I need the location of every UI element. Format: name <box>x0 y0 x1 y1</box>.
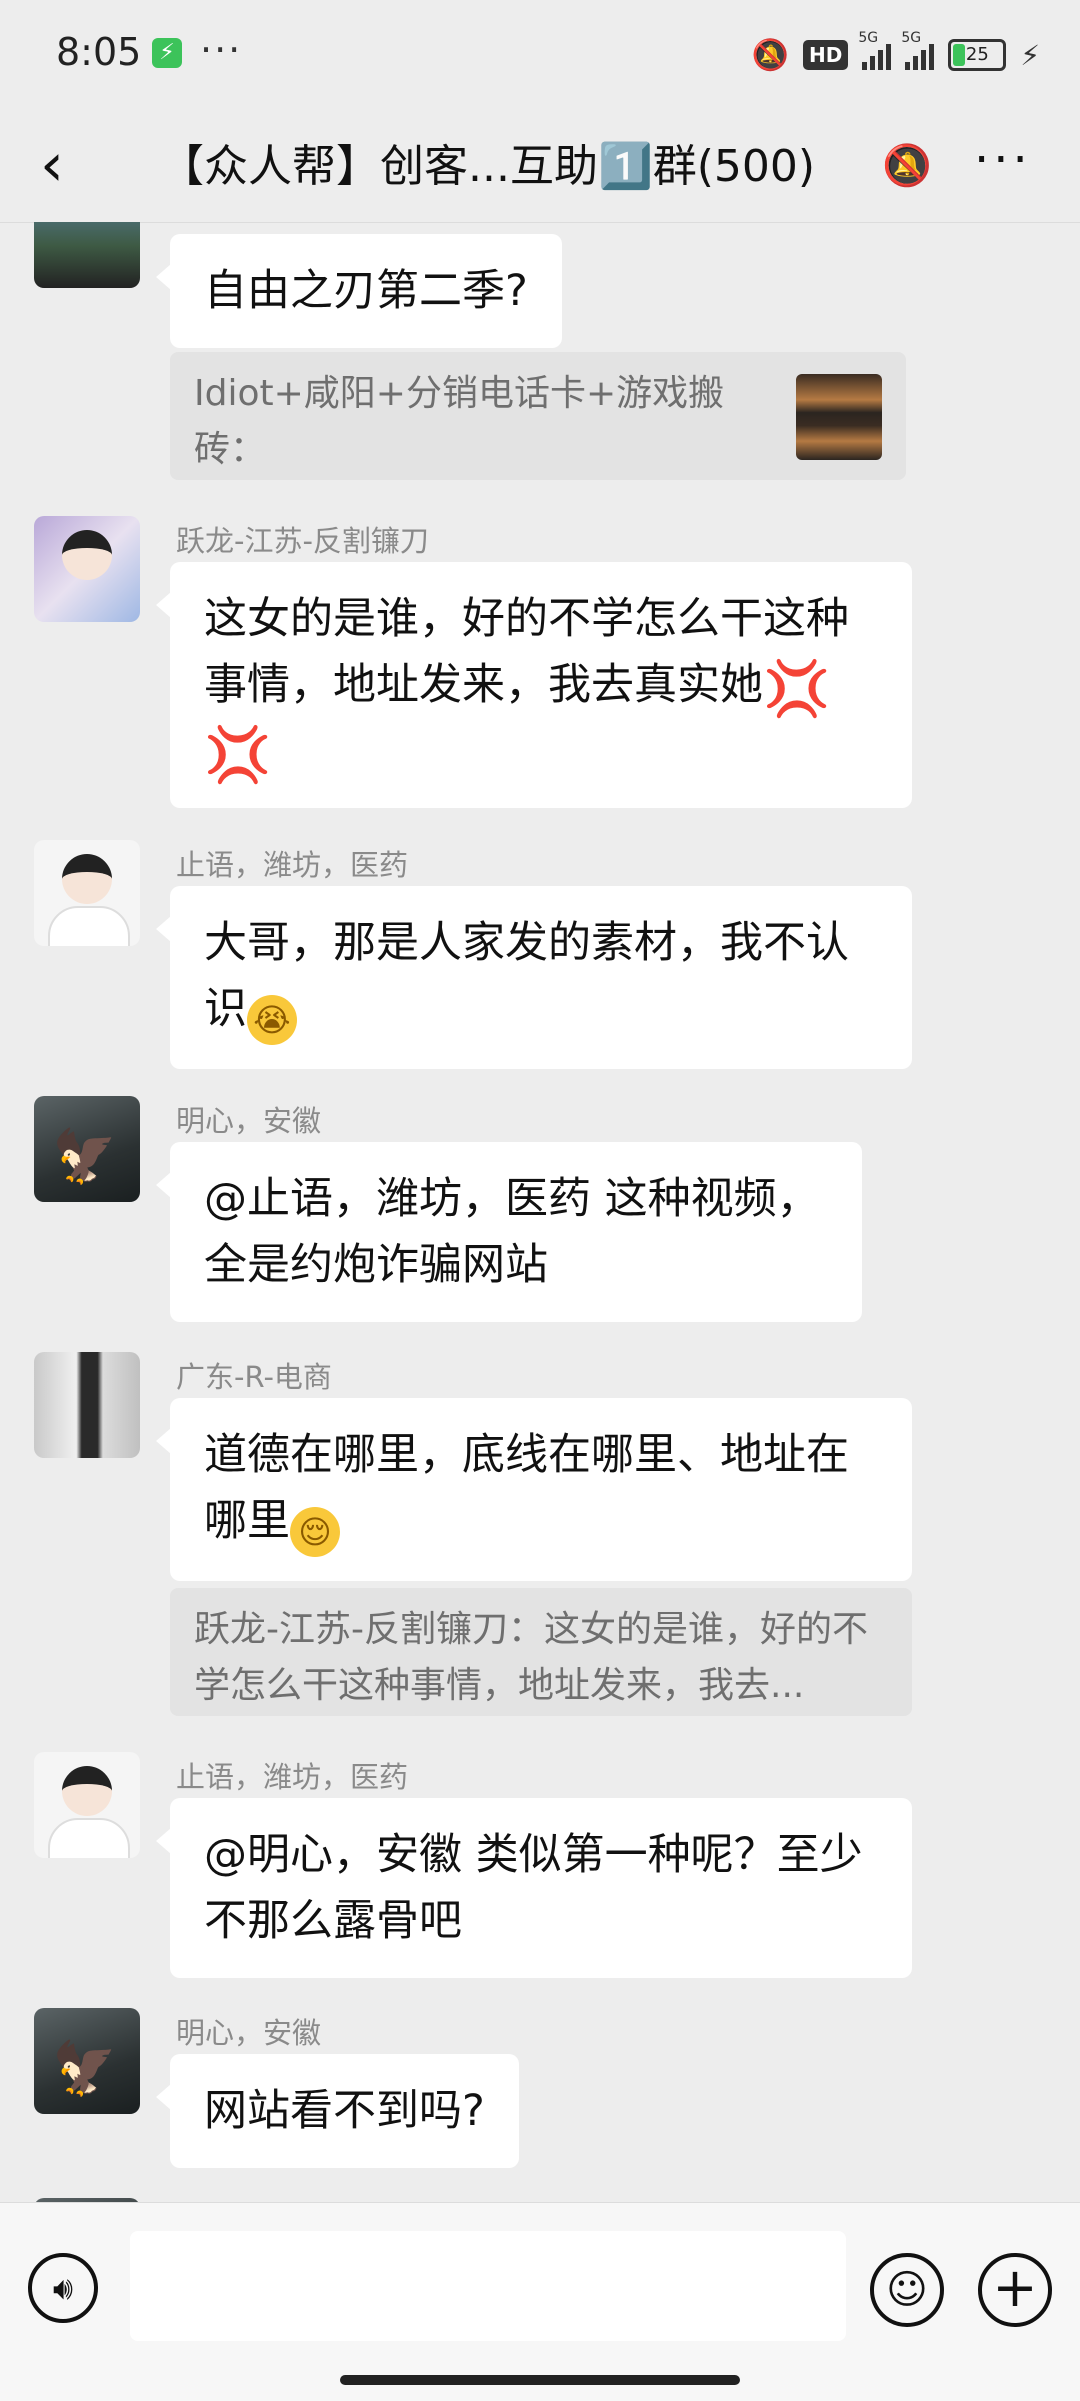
signal-icon: 5G <box>858 30 892 70</box>
sender-name: 明心，安徽 <box>176 1104 322 1138</box>
smirk-emoji-icon: 😌 <box>290 1507 340 1557</box>
avatar[interactable] <box>34 1352 140 1458</box>
crying-laughing-emoji-icon: 😭 <box>247 995 297 1045</box>
message-bubble[interactable]: 道德在哪里，底线在哪里、地址在哪里 😌 <box>156 1398 912 1581</box>
quoted-message[interactable]: Idiot+咸阳+分销电话卡+游戏搬砖： <box>170 352 906 480</box>
message-bubble[interactable]: 网站看不到吗? <box>156 2054 519 2168</box>
avatar-face <box>62 854 112 904</box>
emoji-icon[interactable]: ☺ <box>870 2253 944 2327</box>
message-text: 自由之刃第二季? <box>204 266 528 316</box>
status-bar: 8:05 ⚡ ··· 🔕 HD 5G 5G 25 ⚡ <box>0 0 1080 108</box>
message-list[interactable]: 自由之刃第二季? Idiot+咸阳+分销电话卡+游戏搬砖： 跃龙-江苏-反割镰刀… <box>0 222 1080 2202</box>
network-type-1: 5G <box>858 30 879 46</box>
avatar-face <box>62 530 112 580</box>
input-bar: 🔊︎ ☺ + <box>0 2202 1080 2401</box>
message-bubble[interactable]: 这女的是谁，好的不学怎么干这种事情，地址发来，我去真实她💢 💢 <box>156 562 912 808</box>
signal-icon-2: 5G <box>901 30 935 70</box>
quote-text: 跃龙-江苏-反割镰刀：这女的是谁，好的不学怎么干这种事情，地址发来，我去... <box>194 1609 868 1706</box>
anger-emoji-icon: 💢 <box>204 723 272 786</box>
anger-emoji-icon: 💢 <box>763 657 831 720</box>
avatar[interactable]: 🦅 <box>34 1096 140 1202</box>
message-text: 这女的是谁，好的不学怎么干这种事情，地址发来，我去真实她 <box>204 594 849 710</box>
avatar[interactable]: 🦅 <box>34 2008 140 2114</box>
quoted-message[interactable]: 跃龙-江苏-反割镰刀：这女的是谁，好的不学怎么干这种事情，地址发来，我去... <box>170 1588 912 1716</box>
avatar-face <box>62 1766 112 1816</box>
eagle-icon: 🦅 <box>52 2039 117 2099</box>
eagle-icon: 🦅 <box>52 1127 117 1187</box>
sender-name: 广东-R-电商 <box>176 1360 332 1394</box>
message-bubble[interactable]: 自由之刃第二季? <box>156 234 562 348</box>
sender-name: 止语，潍坊，医药 <box>176 848 409 882</box>
battery-percent: 25 <box>965 44 989 65</box>
charging-icon: ⚡ <box>1020 38 1040 72</box>
sender-name: 止语，潍坊，医药 <box>176 1760 409 1794</box>
status-icons: 🔕 HD 5G 5G 25 ⚡ <box>752 30 1040 80</box>
quote-thumbnail[interactable] <box>796 374 882 460</box>
chat-header: ‹ 【众人帮】创客...互助1️⃣群(500) 🔕 ··· <box>0 108 1080 223</box>
avatar[interactable] <box>34 222 140 288</box>
message-bubble[interactable]: 大哥，那是人家发的素材，我不认识 😭 <box>156 886 912 1069</box>
chat-title[interactable]: 【众人帮】创客...互助1️⃣群(500) <box>160 132 840 202</box>
hd-badge: HD <box>802 40 849 70</box>
sender-name: 明心，安徽 <box>176 2016 322 2050</box>
avatar[interactable] <box>34 516 140 622</box>
plus-icon[interactable]: + <box>978 2253 1052 2327</box>
message-text: 网站看不到吗? <box>204 2086 485 2136</box>
status-time: 8:05 <box>56 30 142 74</box>
avatar-body <box>48 1818 130 1858</box>
avatar[interactable] <box>34 1752 140 1858</box>
avatar[interactable] <box>34 840 140 946</box>
back-icon[interactable]: ‹ <box>40 130 100 200</box>
message-text: @明心，安徽 类似第一种呢？至少不那么露骨吧 <box>204 1830 863 1946</box>
network-type-2: 5G <box>901 30 922 46</box>
home-indicator[interactable] <box>340 2375 740 2385</box>
message-bubble[interactable]: @明心，安徽 类似第一种呢？至少不那么露骨吧 <box>156 1798 912 1978</box>
avatar-body <box>48 906 130 946</box>
message-text: 大哥，那是人家发的素材，我不认识 <box>204 918 849 1034</box>
battery-fill <box>953 44 966 66</box>
more-notifications-icon: ··· <box>200 28 243 72</box>
more-icon[interactable]: ··· <box>974 132 1032 188</box>
message-text: @止语，潍坊，医药 这种视频，全是约炮诈骗网站 <box>204 1174 820 1290</box>
message-bubble[interactable]: @止语，潍坊，医药 这种视频，全是约炮诈骗网站 <box>156 1142 862 1322</box>
quote-text: Idiot+咸阳+分销电话卡+游戏搬砖： <box>194 373 725 470</box>
app-notification-icon: ⚡ <box>152 38 182 68</box>
muted-bell-icon: 🔕 <box>882 143 932 189</box>
mute-vibrate-icon: 🔕 <box>751 37 789 73</box>
sender-name: 跃龙-江苏-反割镰刀 <box>176 524 429 558</box>
battery-icon: 25 <box>948 39 1007 71</box>
message-input[interactable] <box>130 2231 846 2341</box>
voice-icon[interactable]: 🔊︎ <box>28 2253 98 2323</box>
